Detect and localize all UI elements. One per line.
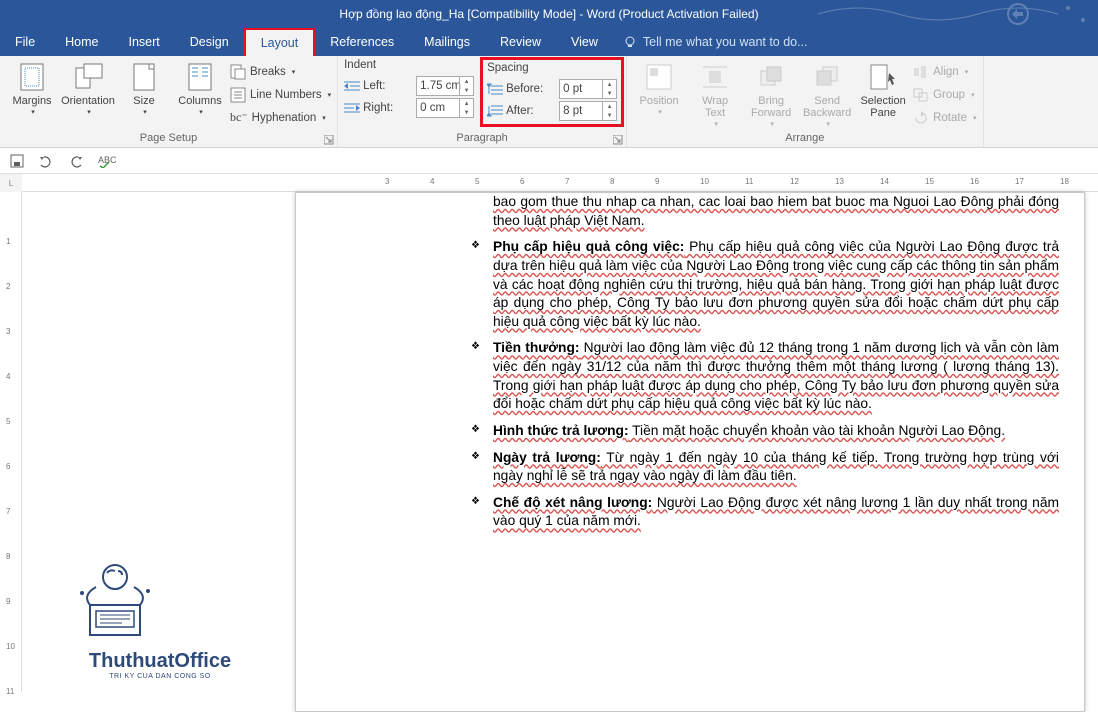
forward-icon — [757, 63, 785, 91]
indent-right-row: Right: 0 cm▲▼ — [344, 97, 474, 119]
ribbon: Margins▾ Orientation▾ Size▾ Columns▾ Bre… — [0, 56, 1098, 148]
align-icon — [913, 65, 929, 79]
indent-right-input[interactable]: 0 cm▲▼ — [416, 98, 474, 118]
paragraph-label: Paragraph — [344, 131, 620, 146]
list-item: Phụ cấp hiệu quả công việc: Phụ cấp hiệu… — [471, 238, 1059, 331]
horizontal-ruler[interactable]: 3456789101112131415161718 — [22, 174, 1098, 192]
rotate-button: Rotate▾ — [913, 107, 976, 128]
line-numbers-icon — [230, 87, 246, 103]
tab-mailings[interactable]: Mailings — [409, 28, 485, 56]
wrap-text-button: Wrap Text▾ — [689, 59, 741, 129]
redo-icon[interactable] — [68, 154, 84, 168]
logo-subtext: TRI KY CUA DAN CONG SO — [60, 673, 260, 680]
indent-left-icon — [344, 79, 360, 93]
logo-sketch-icon — [60, 555, 170, 645]
watermark-logo: ThuthuatOffice TRI KY CUA DAN CONG SO — [60, 555, 260, 680]
align-button: Align▾ — [913, 61, 976, 82]
arrange-label: Arrange — [633, 131, 976, 146]
paragraph-dialog-icon[interactable] — [613, 135, 623, 145]
page-setup-label: Page Setup — [6, 131, 331, 146]
tab-design[interactable]: Design — [175, 28, 244, 56]
list-item: Hình thức trả lương: Tiền mặt hoặc chuyể… — [471, 422, 1059, 441]
hyphenation-button[interactable]: bc⁻Hyphenation▾ — [230, 107, 331, 128]
save-icon[interactable] — [10, 154, 24, 168]
wrap-icon — [701, 63, 729, 91]
tab-review[interactable]: Review — [485, 28, 556, 56]
orientation-icon — [73, 62, 103, 92]
doc-list: Phụ cấp hiệu quả công việc: Phụ cấp hiệu… — [471, 238, 1059, 531]
tab-references[interactable]: References — [315, 28, 409, 56]
spacing-section-highlighted: Spacing Before: 0 pt▲▼ After: 8 pt▲▼ — [480, 57, 624, 127]
size-icon — [131, 62, 157, 92]
send-backward-button: Send Backward▾ — [801, 59, 853, 129]
orientation-button[interactable]: Orientation▾ — [62, 59, 114, 129]
indent-left-input[interactable]: 1.75 cm▲▼ — [416, 76, 474, 96]
page-setup-dialog-icon[interactable] — [324, 135, 334, 145]
group-icon — [913, 88, 929, 102]
spacing-before-input[interactable]: 0 pt▲▼ — [559, 79, 617, 99]
spacing-after-row: After: 8 pt▲▼ — [487, 100, 617, 122]
title-bar: Hợp đồng lao động_Ha [Compatibility Mode… — [0, 0, 1098, 28]
margins-button[interactable]: Margins▾ — [6, 59, 58, 129]
group-page-setup: Margins▾ Orientation▾ Size▾ Columns▾ Bre… — [0, 56, 338, 147]
doc-partial: bao gom thue thu nhap ca nhan, cac loai … — [493, 194, 1059, 228]
quick-access-toolbar: ABC — [0, 148, 1098, 174]
margins-icon — [17, 62, 47, 92]
menu-bar: File Home Insert Design Layout Reference… — [0, 28, 1098, 56]
position-button: Position▾ — [633, 59, 685, 129]
indent-left-row: Left: 1.75 cm▲▼ — [344, 75, 474, 97]
title-decoration — [818, 0, 1098, 28]
spellcheck-icon[interactable]: ABC — [98, 154, 116, 168]
group-paragraph: Indent Left: 1.75 cm▲▼ Right: 0 cm▲▼ Spa… — [338, 56, 627, 147]
columns-icon — [187, 62, 213, 92]
size-button[interactable]: Size▾ — [118, 59, 170, 129]
line-numbers-button[interactable]: Line Numbers▾ — [230, 84, 331, 105]
lightbulb-icon — [623, 35, 637, 49]
spacing-label: Spacing — [487, 62, 617, 78]
position-icon — [645, 63, 673, 91]
ruler-corner: L — [0, 174, 22, 192]
breaks-button[interactable]: Breaks▾ — [230, 61, 331, 82]
tell-me[interactable]: Tell me what you want to do... — [613, 28, 818, 56]
logo-text: ThuthuatOffice — [60, 650, 260, 673]
tab-file[interactable]: File — [0, 28, 50, 56]
breaks-icon — [230, 64, 246, 80]
spacing-before-icon — [487, 82, 503, 96]
list-item: Chế độ xét nâng lương: Người Lao Động đư… — [471, 494, 1059, 531]
document-area: L 3456789101112131415161718 123456789101… — [0, 174, 1098, 692]
bring-forward-button: Bring Forward▾ — [745, 59, 797, 129]
rotate-icon — [913, 111, 929, 125]
vertical-ruler[interactable]: 1234567891011 — [0, 192, 22, 692]
selection-icon — [869, 63, 897, 91]
columns-button[interactable]: Columns▾ — [174, 59, 226, 129]
indent-right-icon — [344, 101, 360, 115]
backward-icon — [813, 63, 841, 91]
tab-layout[interactable]: Layout — [244, 28, 316, 56]
page-canvas[interactable]: bao gom thue thu nhap ca nhan, cac loai … — [295, 192, 1085, 712]
spacing-after-input[interactable]: 8 pt▲▼ — [559, 101, 617, 121]
undo-icon[interactable] — [38, 154, 54, 168]
group-button: Group▾ — [913, 84, 976, 105]
document-content[interactable]: bao gom thue thu nhap ca nhan, cac loai … — [471, 193, 1059, 539]
tab-insert[interactable]: Insert — [114, 28, 175, 56]
tab-home[interactable]: Home — [50, 28, 113, 56]
window-title: Hợp đồng lao động_Ha [Compatibility Mode… — [339, 7, 758, 21]
list-item: Ngày trả lương: Từ ngày 1 đến ngày 10 củ… — [471, 449, 1059, 486]
selection-pane-button[interactable]: Selection Pane — [857, 59, 909, 129]
indent-label: Indent — [344, 59, 474, 75]
spacing-before-row: Before: 0 pt▲▼ — [487, 78, 617, 100]
group-arrange: Position▾ Wrap Text▾ Bring Forward▾ Send… — [627, 56, 983, 147]
tab-view[interactable]: View — [556, 28, 613, 56]
spacing-after-icon — [487, 104, 503, 118]
list-item: Tiền thưởng: Người lao động làm việc đủ … — [471, 339, 1059, 414]
